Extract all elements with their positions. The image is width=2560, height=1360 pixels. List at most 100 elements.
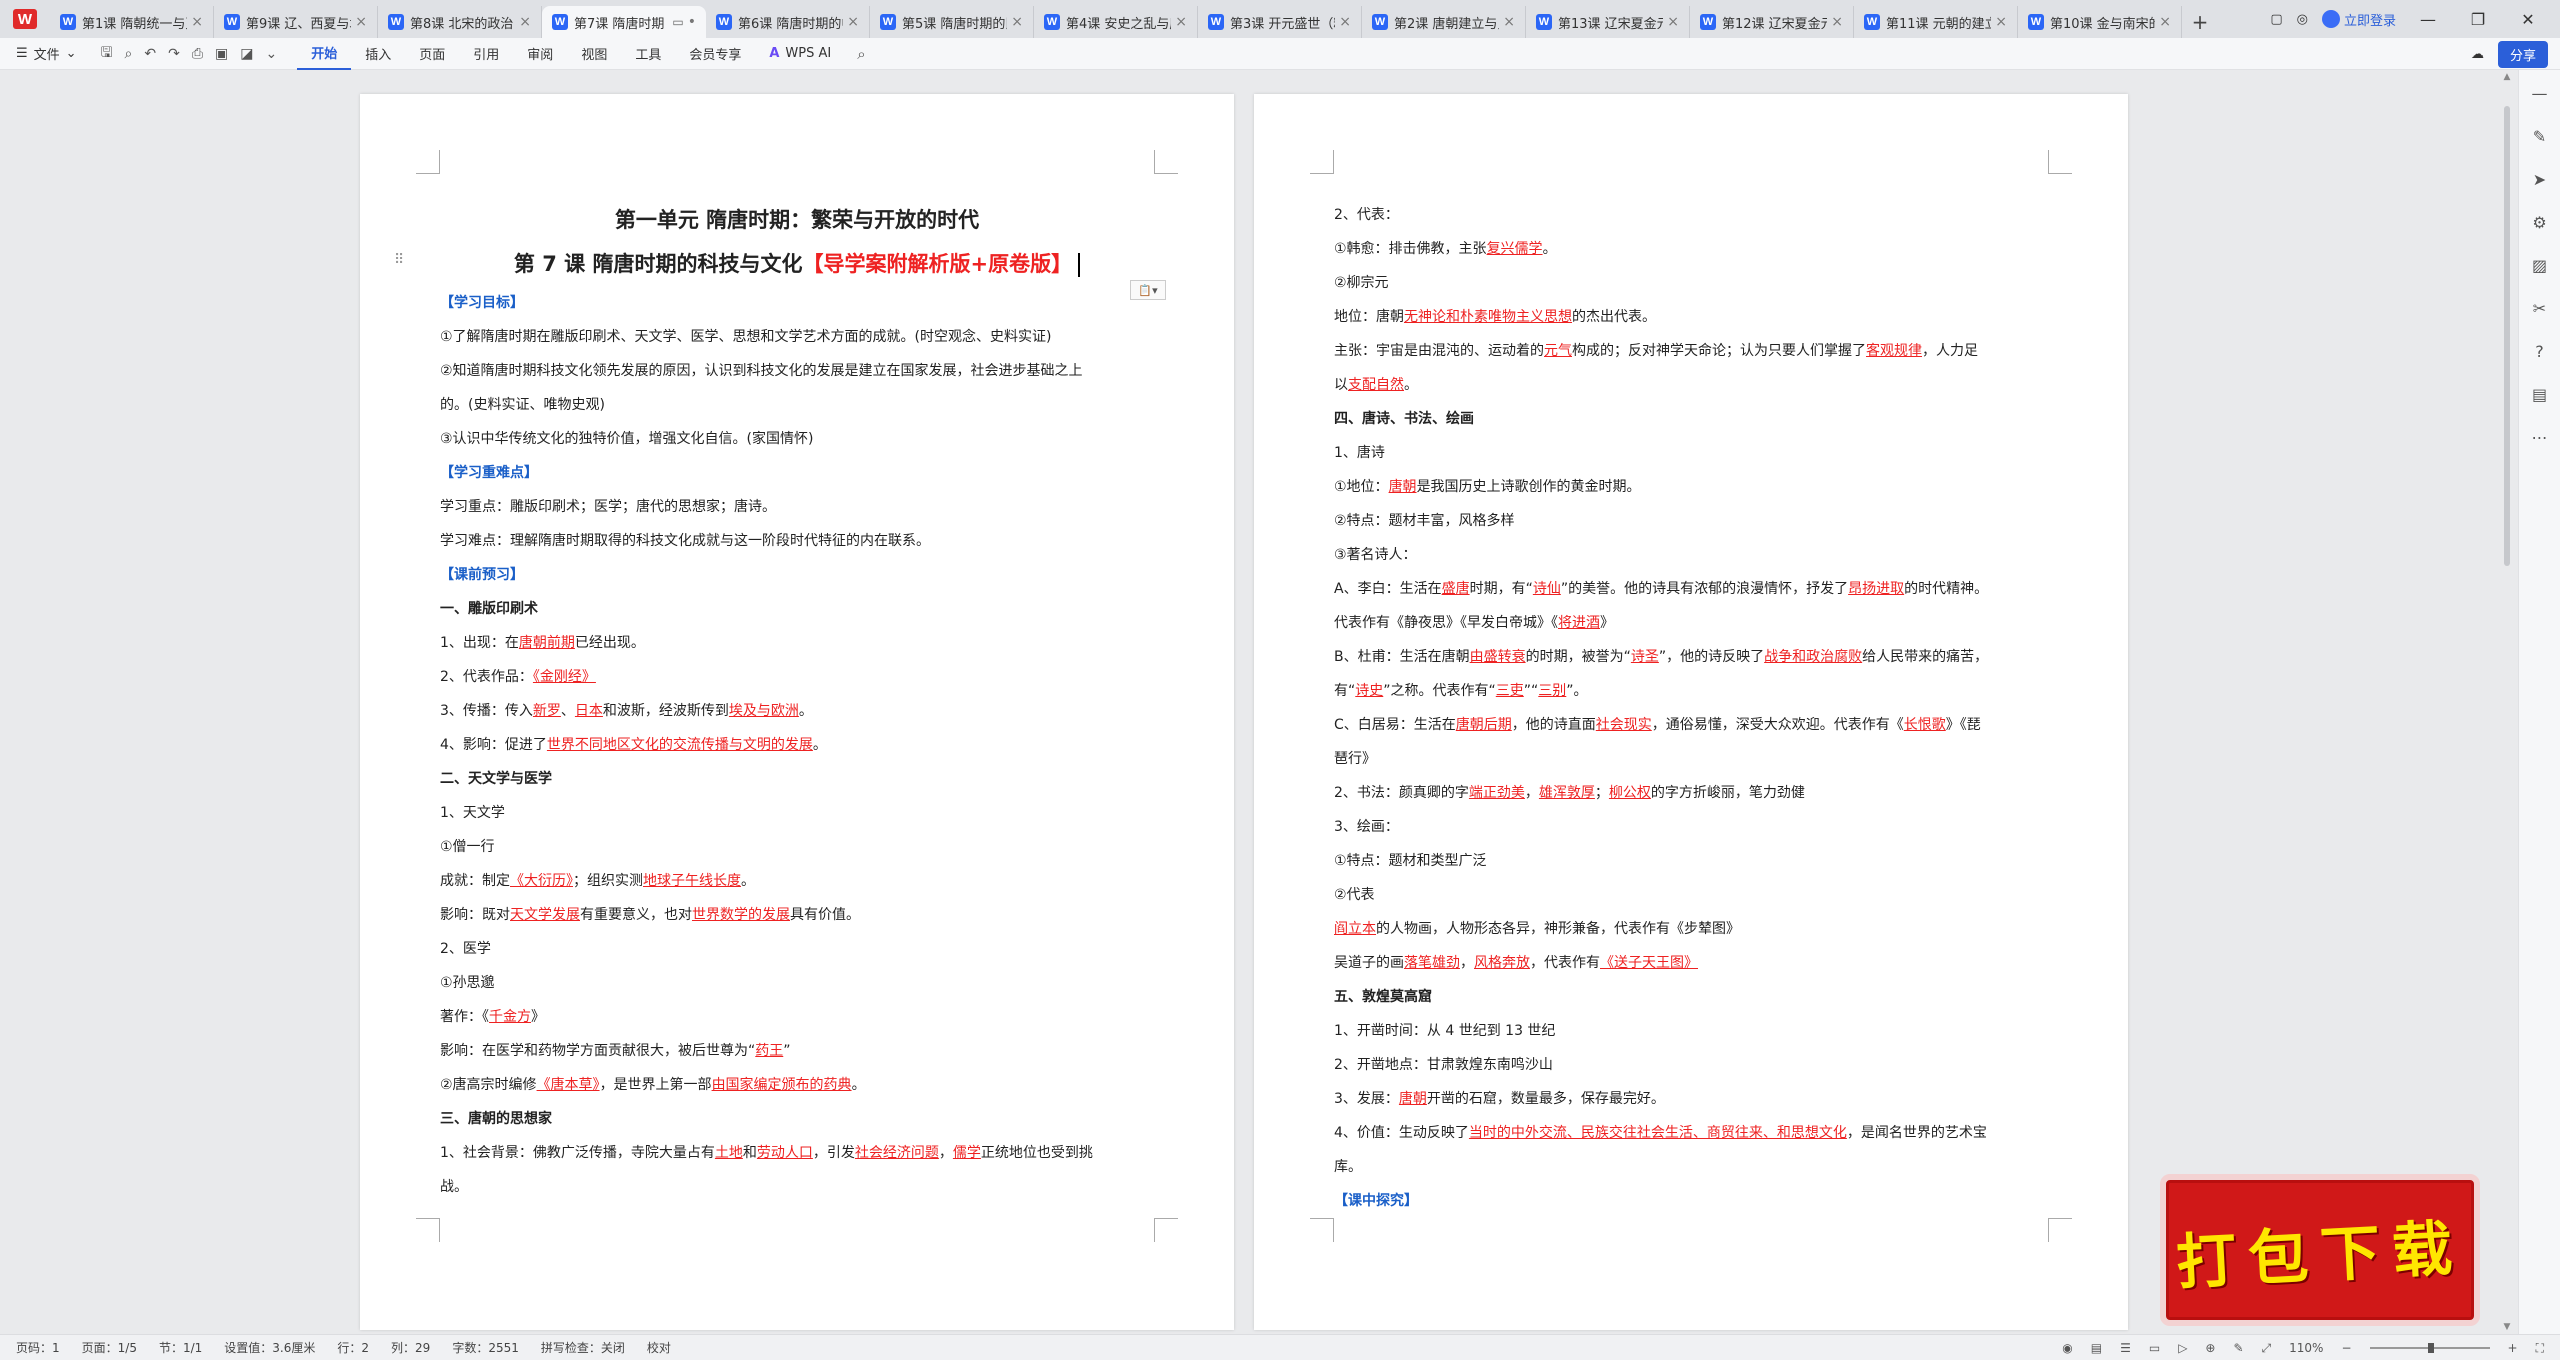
globe-icon[interactable]: ⊕ bbox=[2205, 1341, 2215, 1355]
menu-tab[interactable]: 审阅 bbox=[513, 38, 567, 70]
cloud-icon[interactable]: ☁ bbox=[2471, 47, 2484, 62]
minimize-button[interactable]: — bbox=[2410, 10, 2446, 29]
fit-width-icon[interactable]: ⤢ bbox=[2262, 1341, 2272, 1356]
edit-mode-icon[interactable]: ✎ bbox=[2233, 1341, 2243, 1355]
cursor-icon[interactable]: ➤ bbox=[2533, 170, 2546, 189]
text-span: 构成的；反对神学天命论；认为只要人们掌握了 bbox=[1572, 343, 1866, 359]
print-icon[interactable]: ⎙ bbox=[192, 46, 203, 62]
close-tab-icon[interactable]: × bbox=[1339, 14, 1351, 30]
page-view-icon[interactable]: ▤ bbox=[2091, 1341, 2102, 1355]
document-page-1[interactable]: ⠿ 📋▾ 第一单元 隋唐时期：繁荣与开放的时代 第 7 课 隋唐时期的科技与文化… bbox=[360, 94, 1234, 1330]
close-tab-icon[interactable]: × bbox=[2159, 14, 2171, 30]
text-span: 影响：在医学和药物学方面贡献很大，被后世尊为“ bbox=[440, 1043, 756, 1059]
search-icon[interactable]: ⌕ bbox=[845, 45, 877, 63]
text-span: ”，他的诗反映了 bbox=[1658, 649, 1765, 665]
menu-tab[interactable]: 视图 bbox=[567, 38, 621, 70]
answer-text: 日本 bbox=[574, 703, 603, 719]
help-icon[interactable]: ? bbox=[2535, 342, 2544, 361]
more-chevron-icon[interactable]: ⌄ bbox=[266, 46, 278, 62]
scroll-thumb[interactable] bbox=[2504, 106, 2510, 566]
text-line: 代表作有《静夜思》《早发白帝城》《将进酒》 bbox=[1334, 606, 2048, 640]
status-word-count[interactable]: 字数：2551 bbox=[452, 1339, 519, 1356]
document-tab[interactable]: W 第7课 隋唐时期 ▭ • bbox=[542, 6, 706, 38]
eye-icon[interactable]: ◉ bbox=[2062, 1341, 2072, 1355]
document-tab[interactable]: W 第13课 辽宋夏金元时期× bbox=[1526, 6, 1690, 38]
vertical-scrollbar[interactable]: ▲ ▼ bbox=[2502, 70, 2512, 1334]
wps-ai-button[interactable]: A WPS AI bbox=[755, 46, 845, 61]
more-icon[interactable]: ⋯ bbox=[2532, 428, 2548, 447]
menu-tab[interactable]: 插入 bbox=[351, 38, 405, 70]
document-tab[interactable]: W 第9课 辽、西夏与北宋× bbox=[214, 6, 378, 38]
image-icon[interactable]: ◪ bbox=[240, 46, 253, 62]
menu-tab[interactable]: 工具 bbox=[621, 38, 675, 70]
document-tab[interactable]: W 第10课 金与南宋的对峙× bbox=[2018, 6, 2182, 38]
document-tab[interactable]: W 第1课 隋朝统一与灭亡× bbox=[50, 6, 214, 38]
save-icon[interactable]: 🖫 bbox=[101, 42, 113, 66]
document-tab[interactable]: W 第11课 元朝的建立 × bbox=[1854, 6, 2018, 38]
find-icon[interactable]: ⌕ bbox=[125, 46, 133, 62]
menu-tab[interactable]: 会员专享 bbox=[675, 38, 755, 70]
document-tab[interactable]: W 第8课 北宋的政治 × bbox=[378, 6, 542, 38]
close-tab-icon[interactable]: × bbox=[1995, 14, 2007, 30]
close-tab-icon[interactable]: × bbox=[1503, 14, 1515, 30]
text-line: 2、开凿地点：甘肃敦煌东南鸣沙山 bbox=[1334, 1048, 2048, 1082]
login-button[interactable]: 立即登录 bbox=[2321, 10, 2396, 29]
fullscreen-icon[interactable]: ⛶ bbox=[2536, 1341, 2544, 1356]
close-window-button[interactable]: ✕ bbox=[2510, 10, 2546, 29]
menu-tab[interactable]: 开始 bbox=[297, 38, 352, 70]
close-tab-icon[interactable]: × bbox=[191, 14, 203, 30]
window-layout-icon[interactable]: ▢ bbox=[2270, 12, 2282, 27]
close-tab-icon[interactable]: × bbox=[847, 14, 859, 30]
gift-icon[interactable]: ◎ bbox=[2297, 12, 2308, 27]
status-bar: 页码：1 页面：1/5 节：1/1 设置值：3.6厘米 行：2 列：29 字数：… bbox=[0, 1334, 2560, 1360]
scroll-down-icon[interactable]: ▼ bbox=[2502, 1322, 2512, 1332]
scroll-up-icon[interactable]: ▲ bbox=[2502, 72, 2512, 82]
close-tab-icon[interactable]: × bbox=[1831, 14, 1843, 30]
document-tab[interactable]: W 第5课 隋唐时期的民族× bbox=[870, 6, 1034, 38]
zoom-out-icon[interactable]: − bbox=[2341, 1341, 2351, 1355]
share-button[interactable]: 分享 bbox=[2497, 40, 2548, 68]
download-package-badge[interactable]: 打包下载 bbox=[2160, 1174, 2480, 1326]
restore-button[interactable]: ❐ bbox=[2460, 10, 2496, 29]
web-view-icon[interactable]: ▭ bbox=[2149, 1341, 2160, 1355]
zoom-in-icon[interactable]: + bbox=[2508, 1341, 2518, 1355]
paragraph-drag-handle-icon[interactable]: ⠿ bbox=[394, 252, 404, 268]
file-menu[interactable]: ☰ 文件 ⌄ bbox=[0, 44, 91, 63]
export-pdf-icon[interactable]: ▣ bbox=[215, 46, 228, 62]
collapse-icon[interactable]: — bbox=[2532, 84, 2548, 103]
undo-icon[interactable]: ↶ bbox=[144, 46, 156, 62]
close-tab-icon[interactable]: × bbox=[519, 14, 531, 30]
menu-tab[interactable]: 页面 bbox=[405, 38, 459, 70]
document-page-2[interactable]: 2、代表： ①韩愈：排击佛教，主张复兴儒学。 ②柳宗元 地位：唐朝无神论和朴素唯物主义… bbox=[1254, 94, 2128, 1330]
status-proofread[interactable]: 校对 bbox=[647, 1339, 671, 1356]
tools-icon[interactable]: ✂ bbox=[2533, 299, 2546, 318]
play-icon[interactable]: ▷ bbox=[2178, 1341, 2187, 1355]
doc-icon[interactable]: ▤ bbox=[2532, 385, 2547, 404]
image-edit-icon[interactable]: ▨ bbox=[2532, 256, 2547, 275]
document-tab[interactable]: W 第3课 开元盛世（精）× bbox=[1198, 6, 1362, 38]
document-tab[interactable]: W 第2课 唐朝建立与贞观× bbox=[1362, 6, 1526, 38]
document-tab[interactable]: W 第6课 隋唐时期的中外× bbox=[706, 6, 870, 38]
settings-sliders-icon[interactable]: ⚙ bbox=[2532, 213, 2546, 232]
outline-view-icon[interactable]: ☰ bbox=[2120, 1341, 2131, 1355]
close-tab-icon[interactable]: × bbox=[1175, 14, 1187, 30]
document-tab[interactable]: W 第12课 辽宋夏金元 × bbox=[1690, 6, 1854, 38]
menu-tab[interactable]: 引用 bbox=[459, 38, 513, 70]
status-page-number[interactable]: 页码：1 bbox=[16, 1339, 60, 1356]
zoom-slider-knob[interactable] bbox=[2427, 1343, 2434, 1353]
margin-mark bbox=[416, 1218, 440, 1242]
status-pages[interactable]: 页面：1/5 bbox=[82, 1339, 137, 1356]
redo-icon[interactable]: ↷ bbox=[168, 46, 180, 62]
answer-text: 新罗 bbox=[532, 703, 561, 719]
pen-icon[interactable]: ✎ bbox=[2533, 127, 2546, 146]
status-spell-check[interactable]: 拼写检查：关闭 bbox=[541, 1339, 625, 1356]
close-tab-icon[interactable]: × bbox=[1667, 14, 1679, 30]
close-tab-icon[interactable]: × bbox=[1011, 14, 1023, 30]
zoom-level[interactable]: 110% bbox=[2289, 1341, 2323, 1355]
new-tab-button[interactable]: + bbox=[2182, 6, 2218, 38]
close-tab-icon[interactable]: • bbox=[688, 14, 696, 30]
zoom-slider[interactable] bbox=[2369, 1343, 2490, 1353]
close-tab-icon[interactable]: × bbox=[355, 14, 367, 30]
wps-logo[interactable]: W bbox=[0, 0, 50, 38]
document-tab[interactable]: W 第4课 安史之乱与唐朝× bbox=[1034, 6, 1198, 38]
